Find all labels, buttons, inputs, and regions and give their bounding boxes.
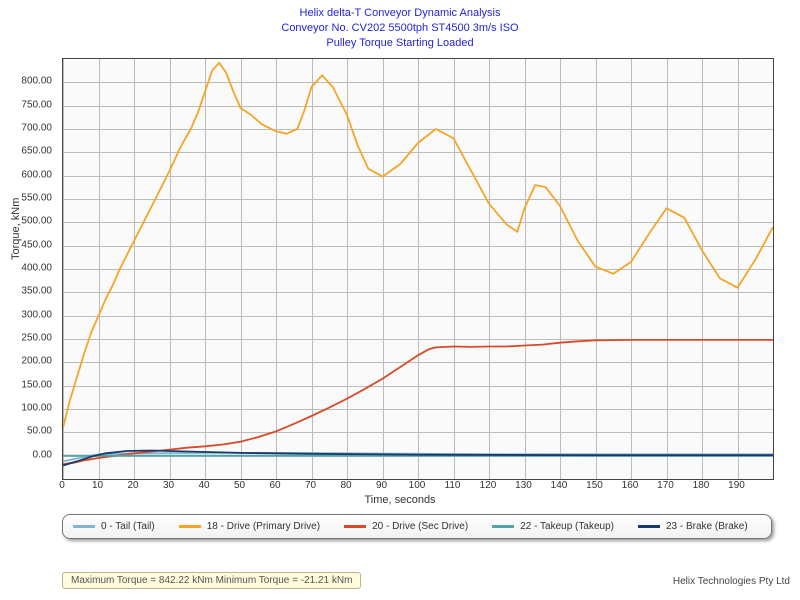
- x-tick: 90: [376, 480, 387, 491]
- x-tick: 180: [693, 480, 710, 491]
- y-tick: 200.00: [21, 356, 52, 367]
- legend-swatch: [73, 525, 95, 528]
- x-tick: 80: [340, 480, 351, 491]
- x-tick: 120: [480, 480, 497, 491]
- y-tick-labels: 0.00 50.00 100.00 150.00 200.00 250.00 300.00 3…: [0, 58, 58, 478]
- chart-container: Helix delta-T Conveyor Dynamic Analysis …: [0, 0, 800, 600]
- x-tick: 30: [163, 480, 174, 491]
- x-axis-label: Time, seconds: [0, 494, 800, 506]
- legend-swatch: [492, 525, 514, 528]
- x-tick: 150: [586, 480, 603, 491]
- y-tick: 0.00: [33, 449, 52, 460]
- legend-label: 22 - Takeup (Takeup): [520, 521, 614, 532]
- x-tick: 190: [728, 480, 745, 491]
- x-tick: 40: [198, 480, 209, 491]
- legend-label: 23 - Brake (Brake): [666, 521, 748, 532]
- x-tick: 140: [551, 480, 568, 491]
- y-tick: 750.00: [21, 99, 52, 110]
- y-tick: 150.00: [21, 379, 52, 390]
- y-tick: 300.00: [21, 309, 52, 320]
- x-tick: 0: [59, 480, 65, 491]
- y-tick: 400.00: [21, 263, 52, 274]
- x-tick: 130: [515, 480, 532, 491]
- legend-item: 22 - Takeup (Takeup): [492, 521, 614, 532]
- legend: 0 - Tail (Tail) 18 - Drive (Primary Drive…: [62, 514, 772, 539]
- y-tick: 550.00: [21, 193, 52, 204]
- y-tick: 700.00: [21, 123, 52, 134]
- title-line-3: Pulley Torque Starting Loaded: [0, 36, 800, 51]
- y-tick: 250.00: [21, 333, 52, 344]
- x-tick: 20: [127, 480, 138, 491]
- legend-label: 18 - Drive (Primary Drive): [207, 521, 320, 532]
- legend-item: 18 - Drive (Primary Drive): [179, 521, 320, 532]
- y-tick: 450.00: [21, 239, 52, 250]
- x-tick-labels: 0 10 20 30 40 50 60 70 80 90 100 110 120 130 140 150 160…: [62, 480, 772, 494]
- branding-text: Helix Technologies Pty Ltd: [673, 576, 790, 587]
- x-tick: 160: [622, 480, 639, 491]
- x-tick: 10: [92, 480, 103, 491]
- x-tick: 100: [409, 480, 426, 491]
- chart-titles: Helix delta-T Conveyor Dynamic Analysis …: [0, 0, 800, 51]
- chart-lines: [63, 59, 773, 479]
- y-tick: 100.00: [21, 403, 52, 414]
- legend-item: 0 - Tail (Tail): [73, 521, 155, 532]
- y-tick: 800.00: [21, 76, 52, 87]
- y-tick: 650.00: [21, 146, 52, 157]
- title-line-2: Conveyor No. CV202 5500tph ST4500 3m/s I…: [0, 21, 800, 36]
- legend-swatch: [344, 525, 366, 528]
- x-tick: 70: [305, 480, 316, 491]
- legend-item: 20 - Drive (Sec Drive): [344, 521, 468, 532]
- legend-item: 23 - Brake (Brake): [638, 521, 748, 532]
- plot-area: [62, 58, 774, 480]
- y-tick: 50.00: [27, 426, 52, 437]
- legend-label: 20 - Drive (Sec Drive): [372, 521, 468, 532]
- title-line-1: Helix delta-T Conveyor Dynamic Analysis: [0, 6, 800, 21]
- legend-label: 0 - Tail (Tail): [101, 521, 155, 532]
- legend-swatch: [179, 525, 201, 528]
- x-tick: 110: [445, 480, 461, 491]
- x-tick: 60: [269, 480, 280, 491]
- y-tick: 600.00: [21, 169, 52, 180]
- x-tick: 50: [234, 480, 245, 491]
- summary-box: Maximum Torque = 842.22 kNm Minimum Torq…: [62, 572, 361, 589]
- y-tick: 350.00: [21, 286, 52, 297]
- legend-swatch: [638, 525, 660, 528]
- y-tick: 500.00: [21, 216, 52, 227]
- x-tick: 170: [657, 480, 674, 491]
